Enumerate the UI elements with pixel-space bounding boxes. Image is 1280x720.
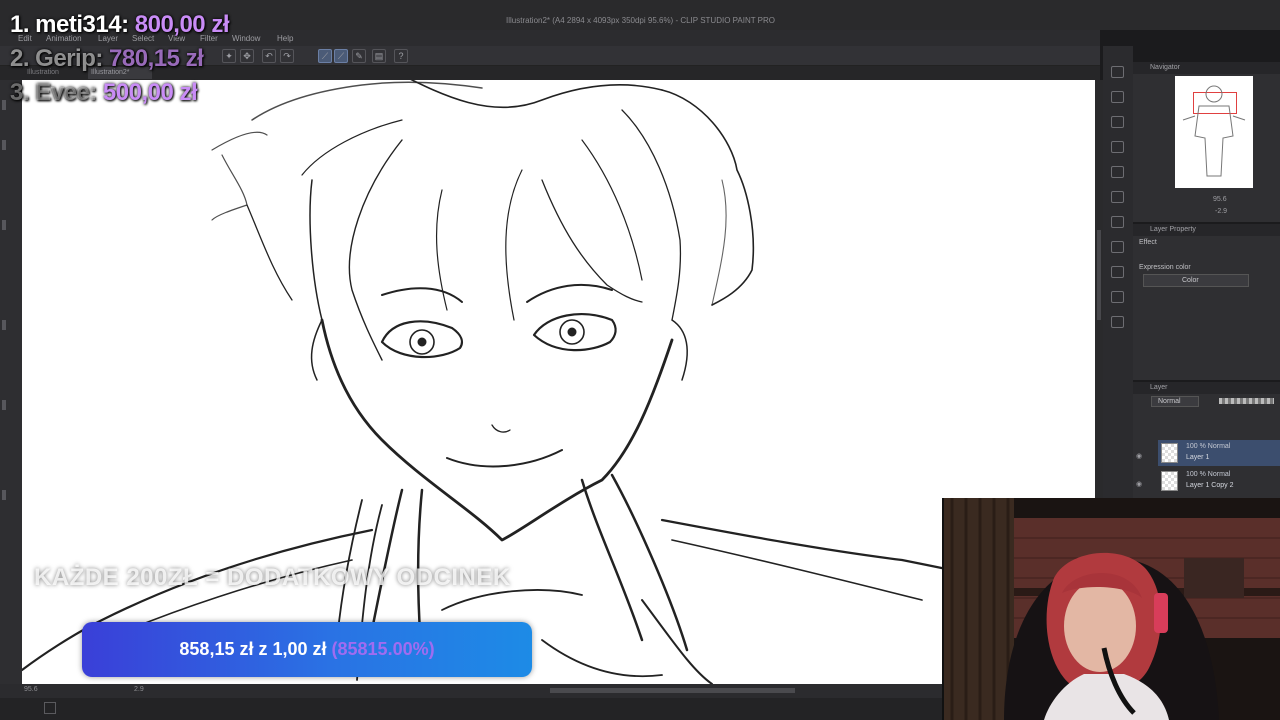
grid-icon[interactable] <box>44 702 56 714</box>
navigator-header: Navigator <box>1133 62 1280 74</box>
stream-screen: Illustration2* (A4 2894 x 4093px 350dpi … <box>0 0 1280 720</box>
undo-icon[interactable]: ↶ <box>262 49 276 63</box>
navigator-zoom: 95.6 <box>1213 196 1227 203</box>
folder-icon[interactable] <box>1111 291 1124 303</box>
palette-dock-icons <box>1103 46 1133 498</box>
redo-icon[interactable]: ↷ <box>280 49 294 63</box>
donor-amount: 800,00 zł <box>134 11 230 38</box>
tool-handle[interactable] <box>2 100 6 110</box>
layer-thumbnail <box>1161 443 1178 463</box>
expression-color-select[interactable]: Color <box>1143 274 1249 287</box>
goal-text: 858,15 zł z 1,00 zł (85815.00%) <box>82 639 532 660</box>
angle-readout: 2.9 <box>134 686 144 693</box>
close-icon[interactable] <box>1111 91 1124 103</box>
horizontal-scrollbar[interactable] <box>550 688 795 693</box>
donation-goal-bar: 858,15 zł z 1,00 zł (85815.00%) <box>82 622 532 677</box>
donor-name: 3. Evee: <box>10 79 97 106</box>
close-icon[interactable] <box>1111 141 1124 153</box>
visibility-eye-icon[interactable]: ◉ <box>1136 480 1142 488</box>
donor-rank-2: 2. Gerip: 780,15 zł <box>10 45 204 73</box>
scroll-thumb[interactable] <box>1097 230 1101 320</box>
menu-window[interactable]: Window <box>232 34 260 43</box>
sketch-drawing <box>22 80 1044 684</box>
layer-panel: Layer Normal 100 % Normal Layer 1 100 % … <box>1133 382 1280 498</box>
move-icon[interactable]: ✥ <box>240 49 254 63</box>
settings-icon[interactable] <box>1111 316 1124 328</box>
menu-help[interactable]: Help <box>277 34 293 43</box>
blend-mode-select[interactable]: Normal <box>1151 396 1199 407</box>
layer-icon[interactable] <box>1111 116 1124 128</box>
material-icon[interactable] <box>1111 166 1124 178</box>
tool-handle[interactable] <box>2 320 6 330</box>
ruler-icon[interactable]: ⟋ <box>318 49 332 63</box>
layer-name: Layer 1 Copy 2 <box>1186 482 1234 489</box>
promo-banner: KAŻDE 200ZŁ = DODATKOWY ODCINEK <box>34 564 511 591</box>
layer-title: Layer <box>1150 384 1168 391</box>
layer-row[interactable]: 100 % Normal Layer 1 <box>1158 440 1280 466</box>
zoom-readout: 95.6 <box>24 686 38 693</box>
pin-icon[interactable]: ✦ <box>222 49 236 63</box>
webcam-feed <box>942 498 1280 720</box>
status-bar: 95.6 2.9 <box>0 684 1103 698</box>
window-title: Illustration2* (A4 2894 x 4093px 350dpi … <box>506 16 776 25</box>
layer-header: Layer <box>1133 382 1280 394</box>
snap-icon[interactable]: ⟋ <box>334 49 348 63</box>
image-icon[interactable] <box>1111 241 1124 253</box>
drawing-canvas[interactable] <box>22 80 1095 684</box>
navigator-angle: -2.9 <box>1215 208 1228 215</box>
layer-mode: 100 % Normal <box>1186 471 1231 478</box>
donor-rank-3: 3. Evee: 500,00 zł <box>10 79 198 107</box>
layer-name: Layer 1 <box>1186 454 1210 461</box>
tool-strip <box>0 80 22 684</box>
layer-property-title: Layer Property <box>1150 226 1196 233</box>
goal-percent: (85815.00%) <box>331 639 435 659</box>
color-icon[interactable] <box>1111 266 1124 278</box>
effect-label: Effect <box>1139 239 1157 246</box>
help-icon[interactable]: ? <box>394 49 408 63</box>
navigator-title: Navigator <box>1150 64 1180 71</box>
donor-name: 1. meti314: <box>10 11 129 38</box>
donor-amount: 780,15 zł <box>109 45 204 72</box>
tool-handle[interactable] <box>2 400 6 410</box>
file-icon[interactable]: ▤ <box>372 49 386 63</box>
expression-color-label: Expression color <box>1139 264 1191 271</box>
figure-thumbnail <box>1182 85 1246 177</box>
layer-property-header: Layer Property <box>1133 224 1280 236</box>
opacity-slider[interactable] <box>1219 398 1274 404</box>
tool-handle[interactable] <box>2 220 6 230</box>
layer-row[interactable]: 100 % Normal Layer 1 Copy 2 <box>1158 468 1280 494</box>
search-icon[interactable] <box>1111 66 1124 78</box>
layer-property-panel: Layer Property Effect Expression color C… <box>1133 224 1280 380</box>
navigator-preview[interactable] <box>1175 76 1253 188</box>
navigator-panel: Navigator 95.6 -2.9 <box>1133 62 1280 222</box>
tool-handle[interactable] <box>2 490 6 500</box>
brush-icon[interactable] <box>1111 216 1124 228</box>
donor-name: 2. Gerip: <box>10 45 103 72</box>
webcam-image <box>944 498 1280 720</box>
layer-thumbnail <box>1161 471 1178 491</box>
visibility-eye-icon[interactable]: ◉ <box>1136 452 1142 460</box>
pen-icon[interactable]: ✎ <box>352 49 366 63</box>
layer-mode: 100 % Normal <box>1186 443 1231 450</box>
donor-rank-1: 1. meti314: 800,00 zł <box>10 11 230 39</box>
goal-progress: 858,15 zł z 1,00 zł <box>179 639 327 659</box>
tool-handle[interactable] <box>2 140 6 150</box>
donor-amount: 500,00 zł <box>102 79 198 106</box>
stack-icon[interactable] <box>1111 191 1124 203</box>
